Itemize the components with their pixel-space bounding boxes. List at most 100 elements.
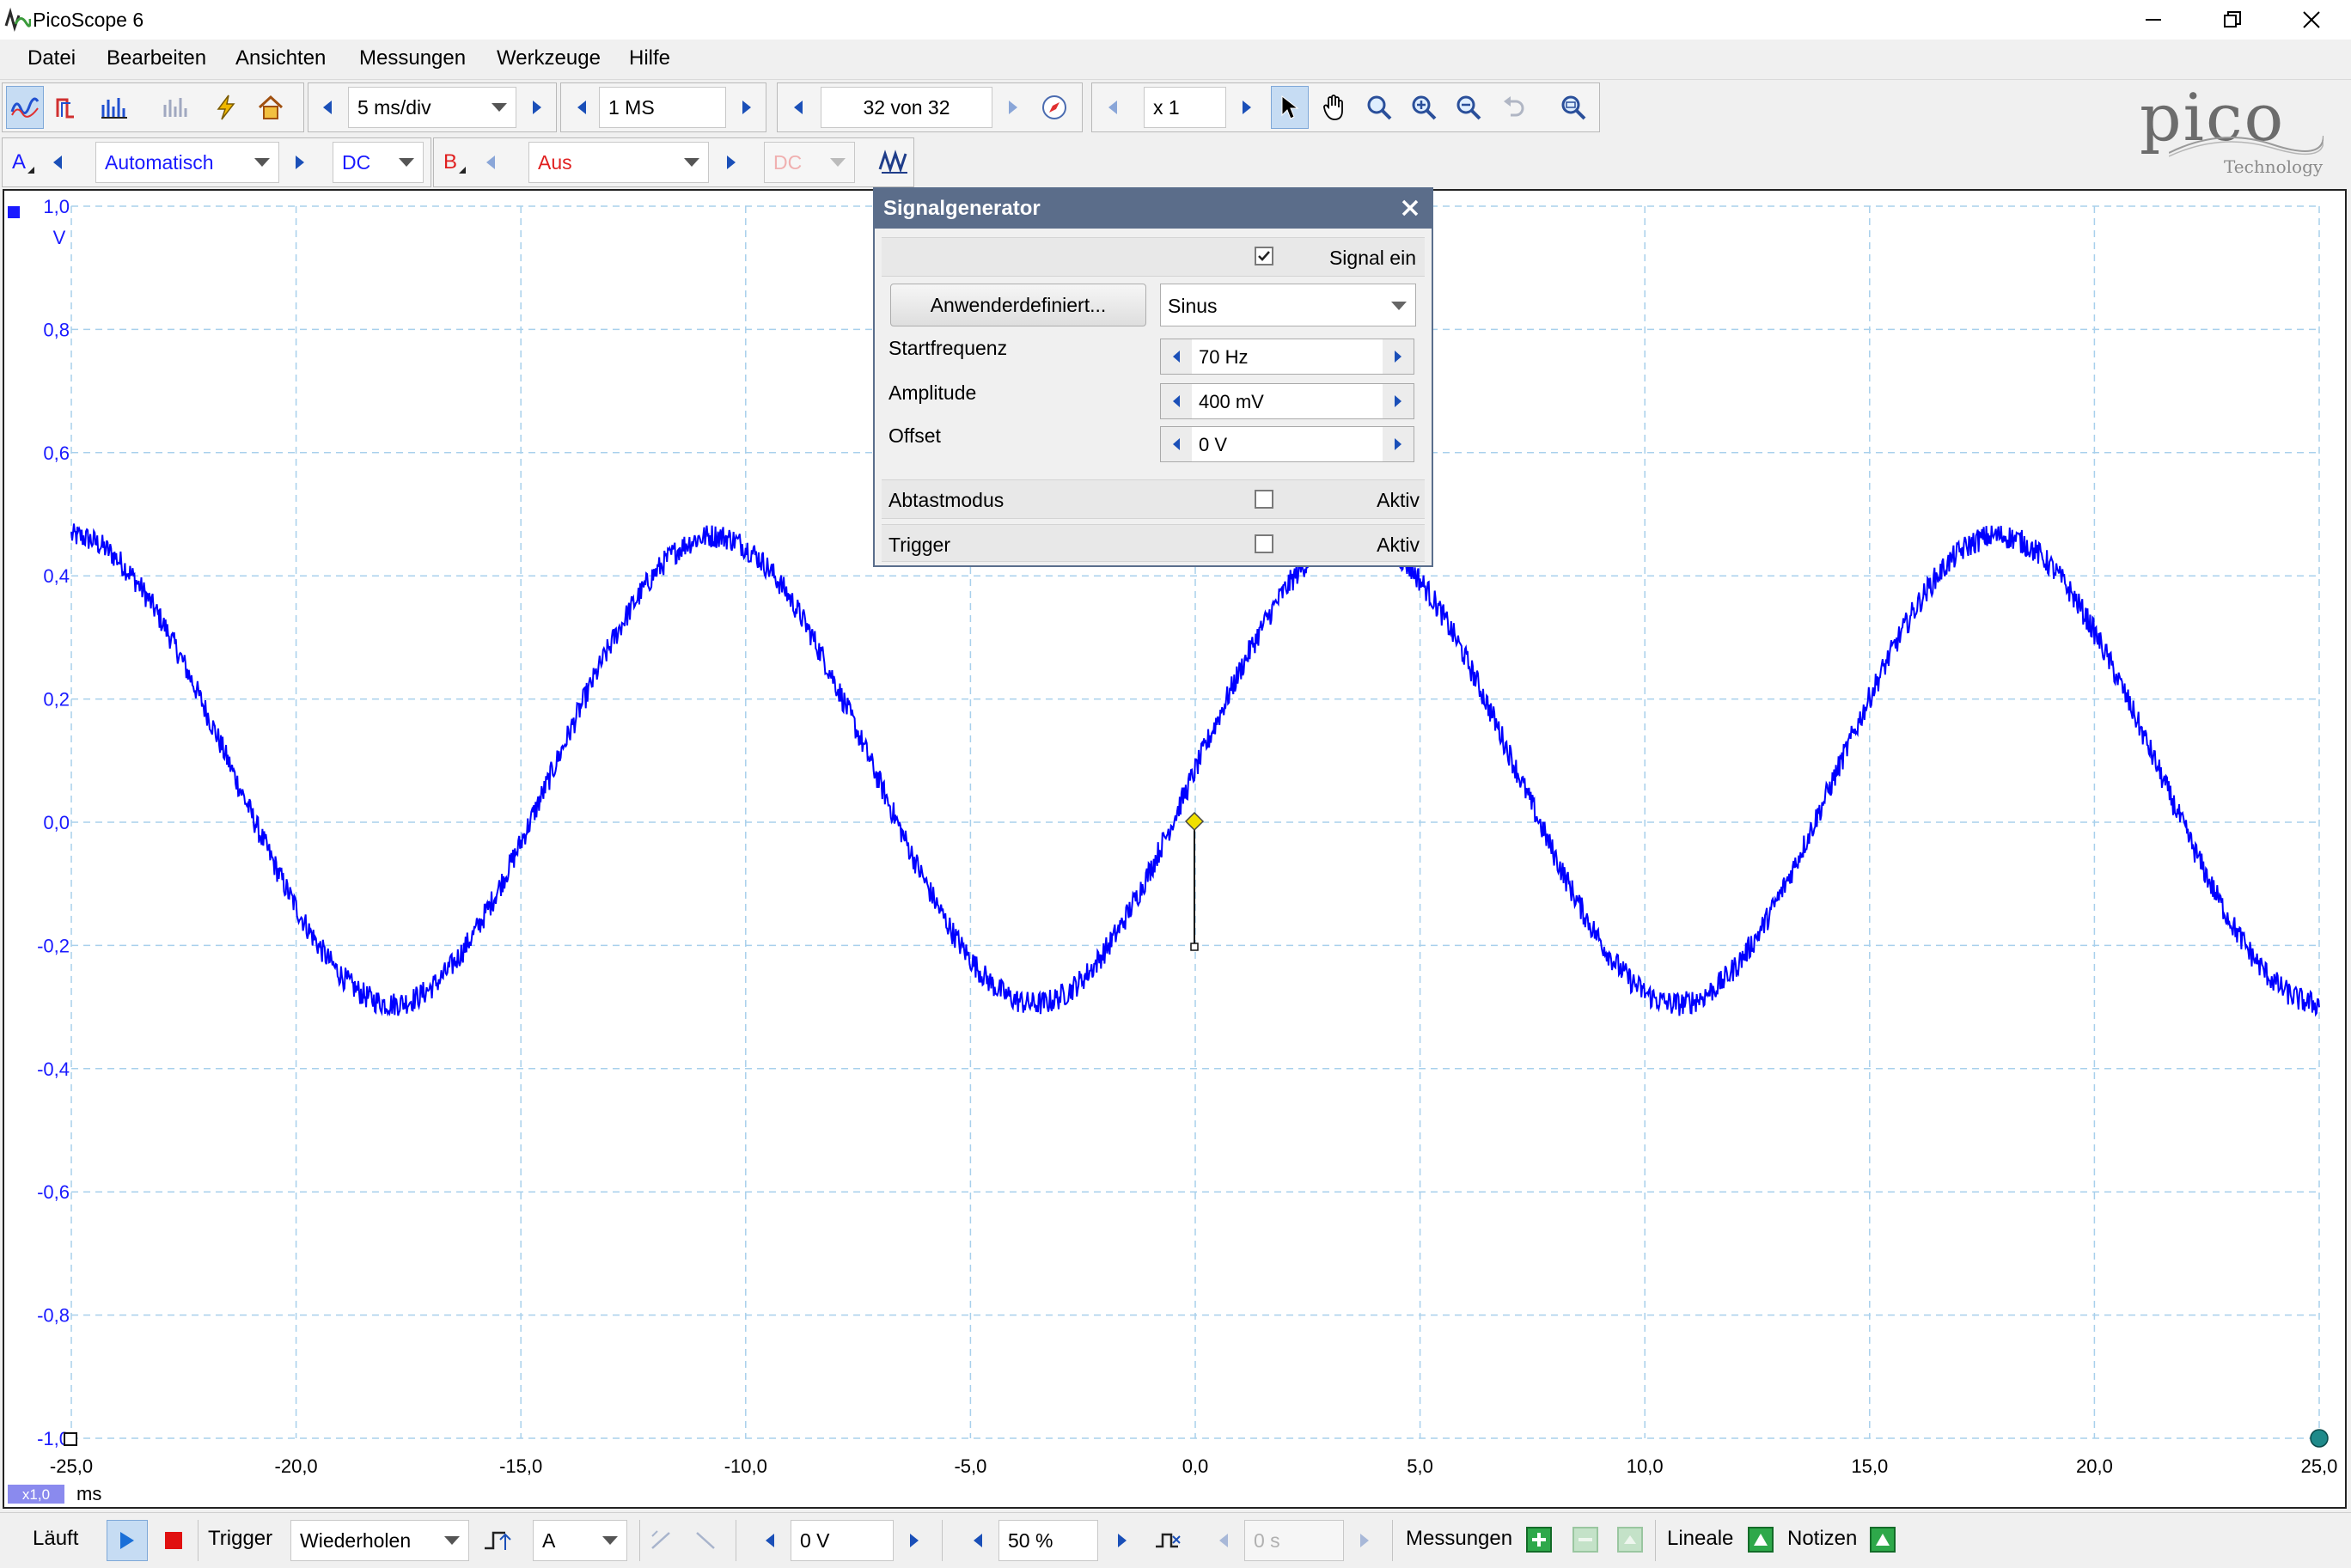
signal-generator-button[interactable] bbox=[875, 140, 913, 183]
zoom-out-button[interactable] bbox=[1450, 86, 1487, 129]
restore-button[interactable] bbox=[2193, 0, 2272, 40]
timebase-prev-button[interactable] bbox=[310, 86, 345, 129]
buffer-next-button[interactable] bbox=[996, 86, 1030, 129]
start-frequency-label: Startfrequenz bbox=[888, 337, 1008, 359]
trigger-mode-select[interactable]: Wiederholen bbox=[290, 1520, 469, 1561]
zoom-in-button[interactable] bbox=[1405, 86, 1443, 129]
menu-ansichten[interactable]: Ansichten bbox=[235, 46, 326, 70]
delay-next-button[interactable] bbox=[1347, 1519, 1382, 1562]
signal-on-checkbox[interactable] bbox=[1255, 247, 1273, 265]
pretrigger-field[interactable]: 50 % bbox=[998, 1520, 1098, 1561]
add-measurement-button[interactable] bbox=[1526, 1527, 1552, 1553]
start-frequency-spinner[interactable]: 70 Hz bbox=[1160, 339, 1414, 375]
dialog-close-button[interactable] bbox=[1397, 195, 1423, 221]
channel-b-range-prev-button[interactable] bbox=[473, 141, 508, 184]
buffer-prev-button[interactable] bbox=[781, 86, 815, 129]
amplitude-spinner[interactable]: 400 mV bbox=[1160, 383, 1414, 419]
offset-decrement[interactable] bbox=[1161, 427, 1192, 461]
channel-a-range-next-button[interactable] bbox=[283, 141, 317, 184]
zoom-value: x 1 bbox=[1153, 96, 1180, 119]
trigger-channel-select[interactable]: A bbox=[533, 1520, 627, 1561]
timebase-next-button[interactable] bbox=[520, 86, 554, 129]
undo-zoom-button[interactable] bbox=[1494, 86, 1532, 129]
advanced-trigger-icon bbox=[1156, 1533, 1181, 1548]
stop-button[interactable] bbox=[155, 1520, 192, 1561]
edit-measurement-button[interactable] bbox=[1572, 1527, 1598, 1553]
start-frequency-decrement[interactable] bbox=[1161, 339, 1192, 374]
buffer-field[interactable]: 32 von 32 bbox=[821, 87, 992, 128]
amplitude-increment[interactable] bbox=[1383, 384, 1414, 418]
y-tick-label: -0,2 bbox=[37, 935, 70, 956]
channel-a-axis-marker[interactable] bbox=[8, 206, 20, 218]
zoom-field[interactable]: x 1 bbox=[1144, 87, 1226, 128]
y-tick-label: 0,6 bbox=[43, 442, 70, 464]
notes-toggle-button[interactable] bbox=[1870, 1527, 1896, 1553]
buffer-navigator-button[interactable] bbox=[1035, 86, 1073, 129]
samples-prev-button[interactable] bbox=[565, 86, 599, 129]
persistence-mode-button[interactable] bbox=[51, 86, 89, 129]
rising-edge-button[interactable] bbox=[643, 1520, 681, 1561]
dialog-titlebar[interactable]: Signalgenerator bbox=[875, 189, 1432, 229]
scope-mode-button[interactable] bbox=[6, 86, 44, 129]
channel-a-range-prev-button[interactable] bbox=[40, 141, 75, 184]
zoom-prev-button[interactable] bbox=[1096, 86, 1130, 129]
default-setup-button[interactable] bbox=[252, 86, 290, 129]
channel-b-options-button[interactable]: B bbox=[436, 141, 473, 184]
channel-a-coupling-select[interactable]: DC bbox=[333, 142, 424, 183]
trigger-marker[interactable] bbox=[1184, 811, 1205, 951]
channel-b-range-next-button[interactable] bbox=[714, 141, 748, 184]
select-tool-button[interactable] bbox=[1271, 86, 1309, 129]
advanced-trigger-button[interactable] bbox=[1150, 1520, 1188, 1561]
timebase-select[interactable]: 5 ms/div bbox=[348, 87, 516, 128]
start-button[interactable] bbox=[107, 1520, 148, 1561]
threshold-next-button[interactable] bbox=[897, 1519, 931, 1562]
menu-datei[interactable]: Datei bbox=[27, 46, 76, 70]
zoom-area-button[interactable] bbox=[1360, 86, 1398, 129]
channel-b-range-select[interactable]: Aus bbox=[528, 142, 709, 183]
offset-spinner[interactable]: 0 V bbox=[1160, 426, 1414, 462]
zoom-fit-button[interactable] bbox=[1554, 86, 1592, 129]
waveform-select[interactable]: Sinus bbox=[1160, 284, 1416, 326]
custom-waveform-button[interactable]: Anwenderdefiniert... bbox=[890, 284, 1146, 326]
add-icon bbox=[1526, 1527, 1552, 1553]
siggen-trigger-checkbox[interactable] bbox=[1255, 534, 1273, 553]
channel-a-range-select[interactable]: Automatisch bbox=[95, 142, 279, 183]
delay-field[interactable]: 0 s bbox=[1244, 1520, 1344, 1561]
remove-measurement-button[interactable] bbox=[1617, 1527, 1643, 1553]
channel-a-options-button[interactable]: A bbox=[4, 141, 42, 184]
delay-prev-button[interactable] bbox=[1206, 1519, 1241, 1562]
menu-bearbeiten[interactable]: Bearbeiten bbox=[107, 46, 206, 70]
zoom-next-button[interactable] bbox=[1230, 86, 1264, 129]
threshold-field[interactable]: 0 V bbox=[791, 1520, 894, 1561]
menu-messungen[interactable]: Messungen bbox=[359, 46, 466, 70]
arrow-right-icon bbox=[727, 156, 736, 169]
ruler-handle[interactable] bbox=[2310, 1429, 2329, 1448]
amplitude-label: Amplitude bbox=[888, 381, 977, 404]
threshold-prev-button[interactable] bbox=[753, 1519, 787, 1562]
falling-edge-button[interactable] bbox=[687, 1520, 725, 1561]
x-tick-label: 20,0 bbox=[2076, 1455, 2113, 1477]
pretrigger-prev-button[interactable] bbox=[961, 1519, 995, 1562]
trigger-type-button[interactable] bbox=[478, 1520, 517, 1561]
rulers-toggle-button[interactable] bbox=[1748, 1527, 1774, 1553]
zoom-in-icon bbox=[1412, 95, 1437, 120]
hand-tool-button[interactable] bbox=[1316, 86, 1353, 129]
menu-hilfe[interactable]: Hilfe bbox=[629, 46, 670, 70]
minimize-button[interactable] bbox=[2114, 0, 2193, 40]
amplitude-decrement[interactable] bbox=[1161, 384, 1192, 418]
spectrum-b-button[interactable] bbox=[157, 86, 195, 129]
offset-handle[interactable] bbox=[64, 1432, 77, 1446]
pretrigger-next-button[interactable] bbox=[1105, 1519, 1139, 1562]
spectrum-mode-button[interactable] bbox=[95, 86, 133, 129]
signal-generator-dialog: Signalgenerator Signal ein Anwenderdefin… bbox=[873, 187, 1433, 567]
close-button[interactable] bbox=[2272, 0, 2351, 40]
samples-next-button[interactable] bbox=[730, 86, 764, 129]
menu-werkzeuge[interactable]: Werkzeuge bbox=[497, 46, 601, 70]
offset-increment[interactable] bbox=[1383, 427, 1414, 461]
samples-field[interactable]: 1 MS bbox=[599, 87, 726, 128]
start-frequency-increment[interactable] bbox=[1383, 339, 1414, 374]
auto-setup-button[interactable] bbox=[207, 86, 245, 129]
sweep-mode-checkbox[interactable] bbox=[1255, 490, 1273, 509]
zoom-group: x 1 bbox=[1091, 82, 1600, 132]
channel-b-coupling-select[interactable]: DC bbox=[764, 142, 855, 183]
